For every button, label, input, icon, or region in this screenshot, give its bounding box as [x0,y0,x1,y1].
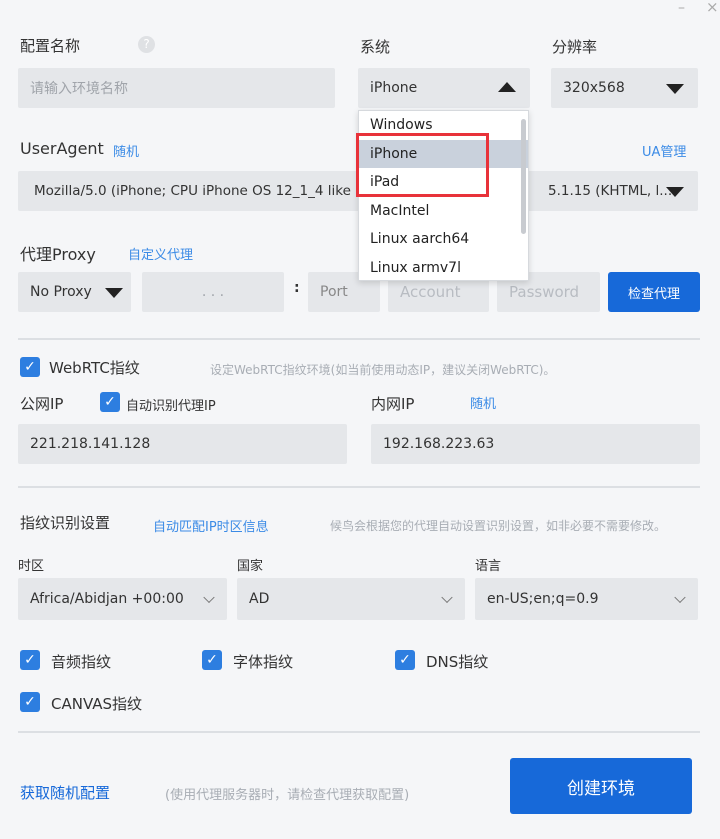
public-ip-input[interactable]: 221.218.141.128 [18,424,347,464]
local-ip-input[interactable]: 192.168.223.63 [371,424,700,464]
dns-label: DNS指纹 [426,653,489,671]
font-label: 字体指纹 [233,653,294,671]
caret-down-icon [666,187,684,197]
country-label: 国家 [237,559,264,574]
webrtc-label: WebRTC指纹 [49,359,140,377]
chevron-down-icon [441,591,453,604]
config-name-label: 配置名称 [20,37,81,55]
footer-hint: (使用代理服务器时，请检查代理获取配置) [165,788,410,803]
audio-checkbox[interactable]: ✓ [20,650,40,670]
proxy-ip-placeholder: . . . [201,284,225,300]
highlight-box [356,133,489,197]
country-select[interactable]: AD [237,578,465,620]
proxy-label: 代理Proxy [20,245,96,264]
system-select[interactable]: iPhone [358,68,530,108]
custom-proxy-link[interactable]: 自定义代理 [128,244,193,263]
close-button[interactable]: × [706,0,719,16]
port-placeholder: Port [320,284,348,300]
resolution-label: 分辨率 [552,38,598,56]
canvas-label: CANVAS指纹 [51,695,143,713]
audio-label: 音频指纹 [51,653,112,671]
caret-up-icon [498,82,516,92]
divider [18,731,700,733]
chevron-down-icon [203,591,215,604]
random-config-link[interactable]: 获取随机配置 [20,782,110,803]
config-name-input[interactable]: 请输入环境名称 [18,68,335,108]
create-environment-button[interactable]: 创建环境 [510,758,692,814]
auto-detect-ip-label: 自动识别代理IP [126,399,216,414]
check-proxy-button[interactable]: 检查代理 [608,272,700,312]
system-label: 系统 [360,38,391,56]
colon-separator: : [294,280,300,296]
local-ip-value: 192.168.223.63 [383,436,495,452]
caret-down-icon [105,288,123,298]
option-macintel[interactable]: MacIntel [359,197,528,226]
password-placeholder: Password [509,283,580,301]
local-ip-label: 内网IP [371,395,415,413]
dns-checkbox[interactable]: ✓ [395,650,415,670]
divider [18,338,700,340]
divider [18,486,700,488]
webrtc-hint: 设定WebRTC指纹环境(如当前使用动态IP，建议关闭WebRTC)。 [210,363,556,377]
webrtc-checkbox[interactable]: ✓ [20,357,40,377]
public-ip-value: 221.218.141.128 [30,436,151,452]
fingerprint-hint: 候鸟会根据您的代理自动设置识别设置，如非必要不需要修改。 [330,519,667,533]
fingerprint-label: 指纹识别设置 [20,514,111,532]
caret-down-icon [666,84,684,94]
system-value: iPhone [370,80,418,96]
timezone-select[interactable]: Africa/Abidjan +00:00 [18,578,227,620]
ua-manage-link[interactable]: UA管理 [642,141,686,160]
proxy-type-value: No Proxy [30,284,92,300]
country-value: AD [249,591,270,607]
ua-value: Mozilla/5.0 (iPhone; CPU iPhone OS 12_1_… [34,183,367,199]
timezone-value: Africa/Abidjan +00:00 [30,591,184,607]
auto-detect-ip-checkbox[interactable]: ✓ [100,392,120,412]
account-placeholder: Account [400,283,461,301]
timezone-label: 时区 [18,559,45,574]
language-value: en-US;en;q=0.9 [487,591,599,607]
auto-match-timezone-link[interactable]: 自动匹配IP时区信息 [153,516,269,535]
canvas-checkbox[interactable]: ✓ [20,692,40,712]
useragent-label: UserAgent [20,139,104,158]
proxy-ip-input[interactable]: . . . [142,272,284,312]
language-label: 语言 [475,559,502,574]
proxy-type-select[interactable]: No Proxy [18,272,131,312]
option-linux-armv7l[interactable]: Linux armv7l [359,254,528,283]
config-name-placeholder: 请输入环境名称 [30,81,128,97]
chevron-down-icon [674,591,686,604]
minimize-button[interactable]: – [678,0,685,16]
public-ip-label: 公网IP [20,395,64,413]
ua-value-end: 5.1.15 (KHTML, l... [548,183,673,199]
resolution-select[interactable]: 320x568 [551,68,698,108]
language-select[interactable]: en-US;en;q=0.9 [475,578,698,620]
local-ip-random-link[interactable]: 随机 [470,393,496,412]
ua-random-link[interactable]: 随机 [113,141,139,160]
font-checkbox[interactable]: ✓ [202,650,222,670]
option-linux-aarch64[interactable]: Linux aarch64 [359,225,528,254]
dropdown-scrollbar[interactable] [521,119,526,234]
help-icon[interactable]: ? [138,36,155,53]
resolution-value: 320x568 [563,80,625,96]
